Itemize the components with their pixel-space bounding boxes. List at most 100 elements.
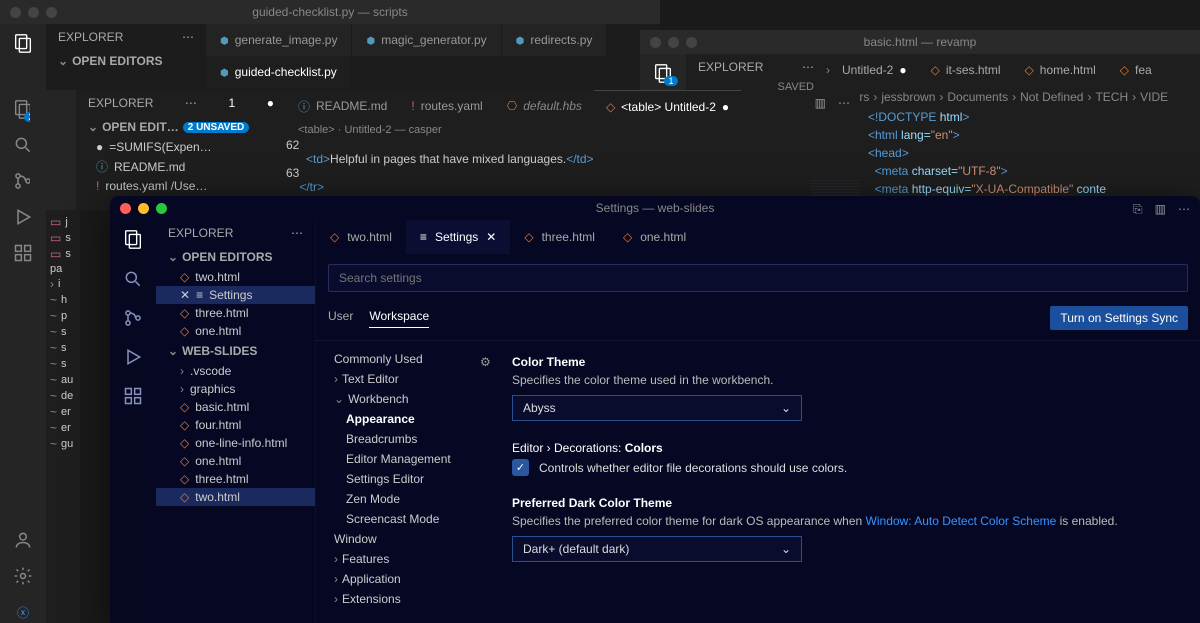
traffic-lights[interactable] <box>10 7 57 18</box>
tree-item[interactable]: graphics <box>156 380 315 398</box>
close-icon[interactable]: ✕ <box>486 230 496 244</box>
breadcrumb[interactable]: <table> · Untitled-2 — casper <box>286 122 860 138</box>
nav-screencast[interactable]: Screencast Mode <box>316 509 486 529</box>
tab-generate-image[interactable]: generate_image.py <box>206 24 352 56</box>
tree-item[interactable]: ▭s <box>46 230 116 246</box>
tab-magic-generator[interactable]: magic_generator.py <box>352 24 501 56</box>
traffic-lights[interactable] <box>650 37 697 48</box>
setting-desc: Specifies the preferred color theme for … <box>512 514 1180 528</box>
nav-application[interactable]: Application <box>316 569 486 589</box>
tab-untitled2[interactable]: ◇<table> Untitled-2● <box>594 90 741 122</box>
tree-item[interactable]: ◇one-line-info.html <box>156 434 315 452</box>
nav-editor-mgmt[interactable]: Editor Management <box>316 449 486 469</box>
more-icon[interactable]: ⋯ <box>182 30 194 44</box>
tree-item[interactable]: ~de <box>46 388 116 404</box>
tree-item[interactable]: ▭j <box>46 214 116 230</box>
nav-commonly-used[interactable]: Commonly Used <box>316 349 486 369</box>
tree-item[interactable]: ~er <box>46 420 116 436</box>
more-icon[interactable]: ⋯ <box>291 226 303 240</box>
nav-zen[interactable]: Zen Mode <box>316 489 486 509</box>
open-editor-item[interactable]: ⓘREADME.md <box>76 156 286 177</box>
split-icon[interactable]: ▥ <box>1155 202 1166 217</box>
account-icon[interactable] <box>12 529 34 551</box>
explorer-icon[interactable] <box>12 32 34 54</box>
scope-user[interactable]: User <box>328 309 353 327</box>
breadcrumb[interactable]: Users › jessbrown › Documents › Not Defi… <box>826 86 1200 108</box>
split-icon[interactable]: ▥ <box>815 96 826 110</box>
nav-workbench[interactable]: Workbench <box>316 389 486 409</box>
open-editor-settings[interactable]: ✕≡Settings <box>156 286 315 304</box>
tab-default-hbs[interactable]: ⎔default.hbs <box>495 90 594 122</box>
more-icon[interactable]: ⋯ <box>1178 202 1190 217</box>
tab-two[interactable]: ◇two.html <box>316 220 406 254</box>
explorer-icon[interactable] <box>122 228 144 253</box>
tab-home[interactable]: ◇home.html <box>1013 54 1108 86</box>
nav-settings-editor[interactable]: Settings Editor <box>316 469 486 489</box>
tree-item[interactable]: .vscode <box>156 362 315 380</box>
open-editor-one[interactable]: ◇one.html <box>156 322 315 340</box>
open-editor-item[interactable]: !routes.yaml /Use… <box>76 177 286 195</box>
tab-untitled2[interactable]: Untitled-2● <box>830 54 919 86</box>
extensions-icon[interactable] <box>123 386 143 409</box>
more-icon[interactable]: ⋯ <box>838 96 850 110</box>
source-control-icon[interactable] <box>123 308 143 331</box>
error-icon[interactable]: ⓧ <box>12 601 34 623</box>
gear-icon[interactable]: ⚙ <box>480 355 491 369</box>
tree-item[interactable]: ~au <box>46 372 116 388</box>
tab-routes[interactable]: !routes.yaml <box>399 90 494 122</box>
setting-decorations-colors: Editor › Decorations: Colors ✓ Controls … <box>496 441 1180 476</box>
tab-readme[interactable]: ⓘREADME.md <box>286 90 399 122</box>
nav-text-editor[interactable]: Text Editor <box>316 369 486 389</box>
tree-item[interactable]: ◇basic.html <box>156 398 315 416</box>
nav-appearance[interactable]: Appearance <box>316 409 486 429</box>
tree-item[interactable]: ◇four.html <box>156 416 315 434</box>
tree-item[interactable]: ◇one.html <box>156 452 315 470</box>
open-file-icon[interactable]: ⎘ <box>1133 202 1143 217</box>
open-editor-two[interactable]: ◇two.html <box>156 268 315 286</box>
tree-item[interactable]: ▭s <box>46 246 116 262</box>
tree-item[interactable]: ~er <box>46 404 116 420</box>
tab-three[interactable]: ◇three.html <box>510 220 609 254</box>
tree-item[interactable]: ◇three.html <box>156 470 315 488</box>
nav-features[interactable]: Features <box>316 549 486 569</box>
color-theme-select[interactable]: Abyss⌄ <box>512 395 802 421</box>
nav-extensions[interactable]: Extensions <box>316 589 486 609</box>
tab-fea[interactable]: ◇fea <box>1108 54 1164 86</box>
nav-breadcrumbs[interactable]: Breadcrumbs <box>316 429 486 449</box>
open-editors-label[interactable]: OPEN EDITORS <box>72 54 162 68</box>
preferred-dark-select[interactable]: Dark+ (default dark)⌄ <box>512 536 802 562</box>
nav-window[interactable]: Window <box>316 529 486 549</box>
more-icon[interactable]: ⋯ <box>802 60 814 74</box>
traffic-lights[interactable] <box>120 203 167 214</box>
tab-redirects[interactable]: redirects.py <box>502 24 608 56</box>
tree-item[interactable]: i <box>46 276 116 292</box>
explorer-icon[interactable]: 1 <box>652 62 674 84</box>
tab-guided-checklist[interactable]: guided-checklist.py <box>206 56 352 88</box>
settings-sync-button[interactable]: Turn on Settings Sync <box>1050 306 1188 330</box>
tree-item[interactable]: ◇two.html <box>156 488 315 506</box>
open-editor-three[interactable]: ◇three.html <box>156 304 315 322</box>
more-icon[interactable]: ⋯ <box>185 96 197 110</box>
settings-icon[interactable] <box>12 565 34 587</box>
tree-item[interactable]: ~gu <box>46 436 116 452</box>
auto-detect-link[interactable]: Window: Auto Detect Color Scheme <box>866 514 1057 528</box>
tree-item[interactable]: ~h <box>46 292 116 308</box>
open-editors-label[interactable]: OPEN EDITORS <box>182 250 272 264</box>
tree-item[interactable]: pa <box>46 262 116 276</box>
tree-item[interactable]: ~p <box>46 308 116 324</box>
open-editors-label[interactable]: OPEN EDIT… <box>102 120 179 134</box>
project-label[interactable]: WEB-SLIDES <box>182 344 257 358</box>
open-editor-item[interactable]: ●=SUMIFS(Expen… <box>76 138 286 156</box>
tab-it-ses[interactable]: ◇it-ses.html <box>919 54 1013 86</box>
decorations-checkbox[interactable]: ✓ <box>512 459 529 476</box>
settings-search-input[interactable] <box>328 264 1188 292</box>
scope-workspace[interactable]: Workspace <box>369 309 429 328</box>
tree-item[interactable]: ~s <box>46 356 116 372</box>
extensions-icon[interactable] <box>12 242 34 264</box>
tree-item[interactable]: ~s <box>46 340 116 356</box>
tab-one[interactable]: ◇one.html <box>609 220 700 254</box>
debug-icon[interactable] <box>123 347 143 370</box>
tree-item[interactable]: ~s <box>46 324 116 340</box>
search-icon[interactable] <box>123 269 143 292</box>
tab-settings[interactable]: ≡Settings✕ <box>406 220 510 254</box>
